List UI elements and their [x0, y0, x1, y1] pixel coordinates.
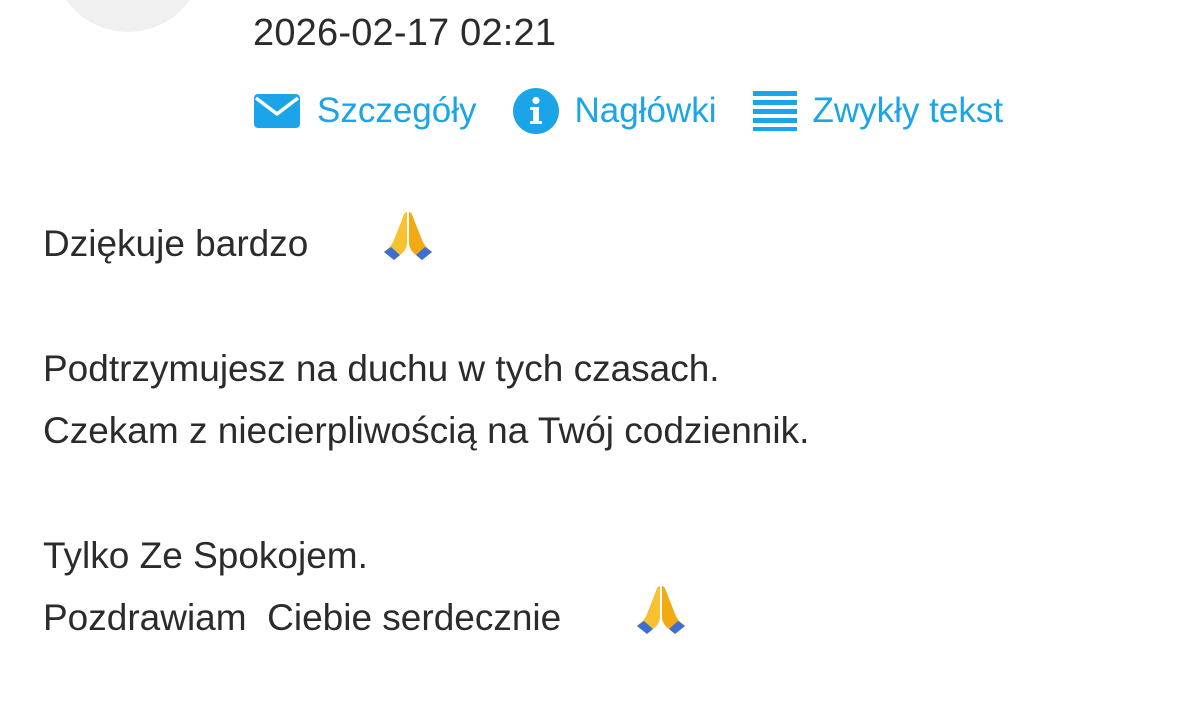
sender-avatar[interactable] — [52, 0, 204, 32]
headers-label: Nagłówki — [574, 91, 717, 130]
envelope-icon — [253, 93, 301, 129]
details-button[interactable]: Szczegóły — [253, 91, 477, 131]
message-actions: Szczegóły Nagłówki Zwykły tekst — [253, 87, 1003, 135]
body-line-5: Pozdrawiam Ciebie serdecznie — [43, 597, 562, 638]
body-line-4: Tylko Ze Spokojem. — [43, 535, 368, 576]
info-icon — [512, 88, 559, 134]
body-line: Podtrzymujesz na duchu w tych czasach. — [43, 338, 809, 400]
body-line: Dziękuje bardzo — [43, 211, 809, 275]
details-label: Szczegóły — [317, 91, 477, 130]
body-line-2: Podtrzymujesz na duchu w tych czasach. — [43, 348, 720, 389]
body-line-1: Dziękuje bardzo — [43, 223, 309, 264]
body-line: Czekam z niecierpliwością na Twój codzie… — [43, 400, 809, 462]
plain-text-button[interactable]: Zwykły tekst — [752, 91, 1004, 131]
plain-text-label: Zwykły tekst — [812, 91, 1004, 130]
message-body: Dziękuje bardzo Podtrzymujesz na duchu w… — [43, 211, 809, 649]
folded-hands-emoji-icon — [571, 520, 689, 717]
body-line-3: Czekam z niecierpliwością na Twój codzie… — [43, 410, 810, 451]
body-line: Pozdrawiam Ciebie serdecznie — [43, 585, 809, 649]
folded-hands-emoji-icon — [318, 146, 436, 343]
lines-icon — [752, 91, 797, 131]
headers-button[interactable]: Nagłówki — [512, 88, 717, 134]
body-line: Tylko Ze Spokojem. — [43, 525, 809, 587]
message-timestamp: 2026-02-17 02:21 — [253, 12, 557, 54]
